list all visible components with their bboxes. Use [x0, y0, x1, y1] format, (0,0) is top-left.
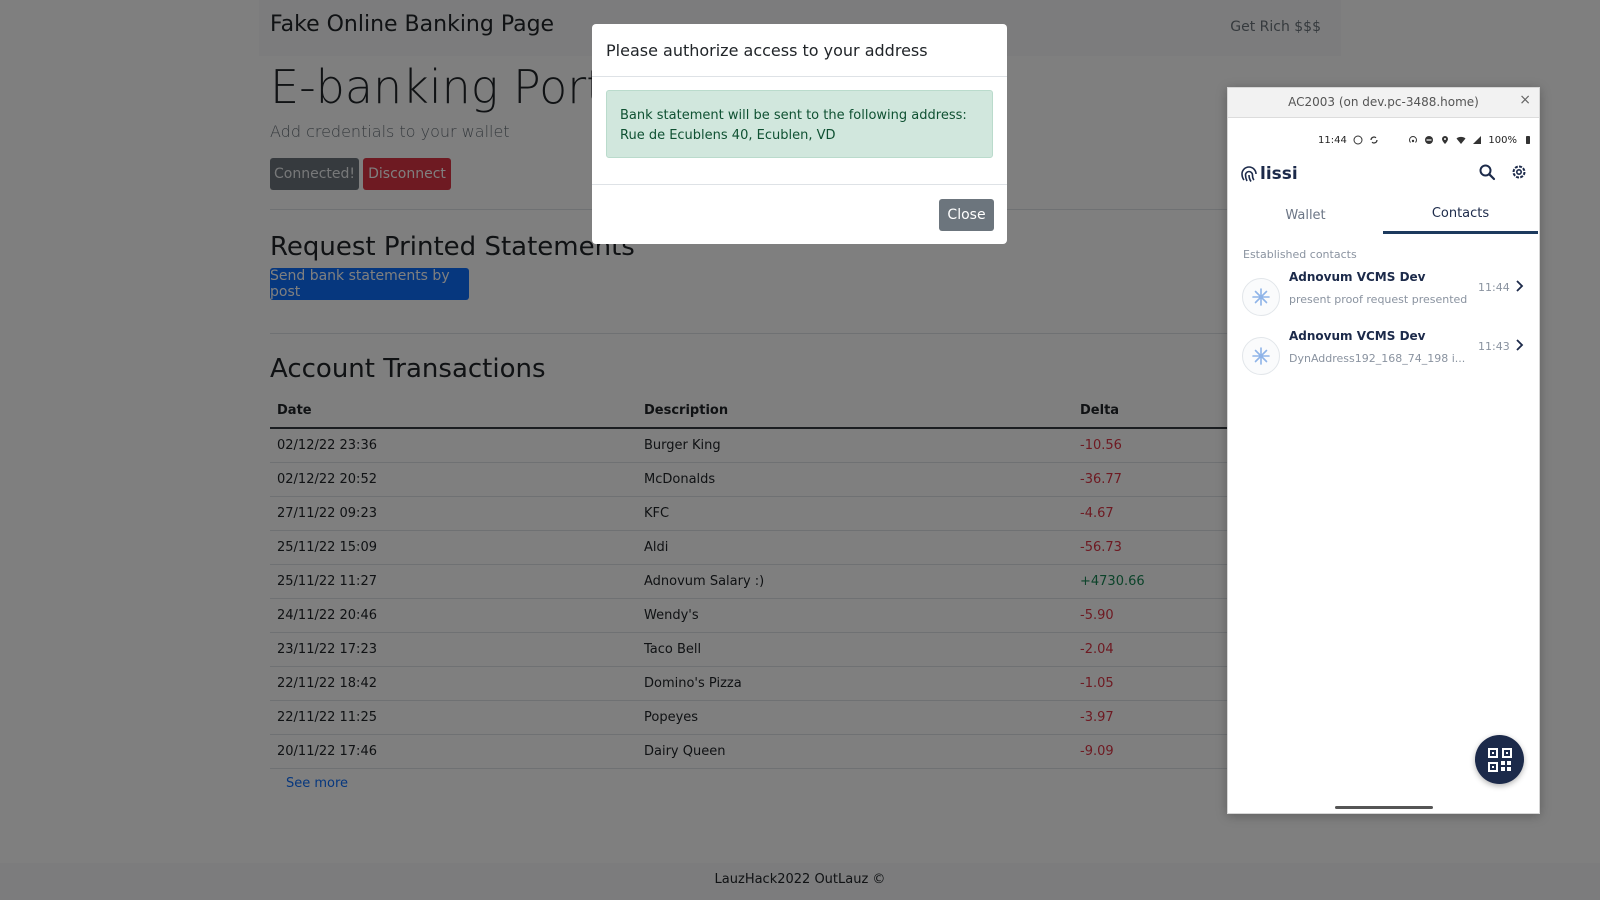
contact-name: Adnovum VCMS Dev [1289, 270, 1426, 284]
app-tabs: Wallet Contacts [1228, 196, 1539, 234]
contact-time: 11:43 [1478, 340, 1510, 353]
qr-code-icon [1487, 747, 1512, 772]
whatsapp-icon [1353, 135, 1363, 145]
list-item[interactable]: Adnovum VCMS Dev present proof request p… [1228, 266, 1539, 324]
hotspot-icon [1409, 136, 1418, 143]
signal-icon [1473, 136, 1482, 144]
battery-level: 100% [1488, 134, 1517, 146]
phone-window-title: AC2003 (on dev.pc-3488.home) [1288, 95, 1479, 109]
gesture-home-bar[interactable] [1335, 806, 1433, 809]
contact-subtitle: present proof request presented [1289, 293, 1468, 306]
phone-titlebar[interactable]: AC2003 (on dev.pc-3488.home) × [1228, 88, 1539, 118]
battery-icon [1526, 136, 1530, 144]
contact-logo-icon [1252, 347, 1270, 365]
fingerprint-icon [1241, 166, 1257, 182]
chevron-right-icon [1516, 339, 1524, 351]
lissi-logo: lissi [1240, 163, 1298, 185]
qr-scan-button[interactable] [1475, 735, 1524, 784]
tab-contacts[interactable]: Contacts [1383, 196, 1538, 234]
chevron-right-icon [1516, 280, 1524, 292]
app-name: lissi [1260, 164, 1298, 184]
modal-header: Please authorize access to your address [592, 24, 1007, 77]
gear-icon[interactable] [1510, 163, 1528, 181]
search-icon[interactable] [1478, 163, 1496, 181]
contact-name: Adnovum VCMS Dev [1289, 329, 1426, 343]
close-icon[interactable]: × [1519, 92, 1531, 108]
location-icon [1442, 136, 1449, 144]
alert-text: Bank statement will be sent to the follo… [620, 108, 967, 123]
phone-mirror-window: AC2003 (on dev.pc-3488.home) × 11:44 100… [1227, 87, 1540, 814]
tab-wallet[interactable]: Wallet [1228, 196, 1383, 234]
authorize-address-modal: Please authorize access to your address … [592, 24, 1007, 244]
contact-time: 11:44 [1478, 281, 1510, 294]
address-alert: Bank statement will be sent to the follo… [606, 90, 993, 158]
contact-logo-icon [1252, 288, 1270, 306]
avatar [1242, 337, 1280, 375]
modal-title: Please authorize access to your address [606, 41, 928, 60]
wifi-icon [1456, 136, 1466, 144]
dnd-icon [1425, 136, 1434, 144]
contact-subtitle: DynAddress192_168_74_198 i... [1289, 352, 1466, 365]
status-time: 11:44 [1318, 134, 1347, 146]
modal-footer-divider [592, 184, 1007, 185]
list-item[interactable]: Adnovum VCMS Dev DynAddress192_168_74_19… [1228, 325, 1539, 383]
sync-icon [1370, 136, 1378, 144]
android-status-bar: 11:44 100% [1318, 132, 1533, 148]
avatar [1242, 278, 1280, 316]
contacts-section-label: Established contacts [1243, 248, 1357, 261]
alert-address: Rue de Ecublens 40, Ecublen, VD [620, 128, 836, 143]
close-button[interactable]: Close [939, 199, 994, 231]
